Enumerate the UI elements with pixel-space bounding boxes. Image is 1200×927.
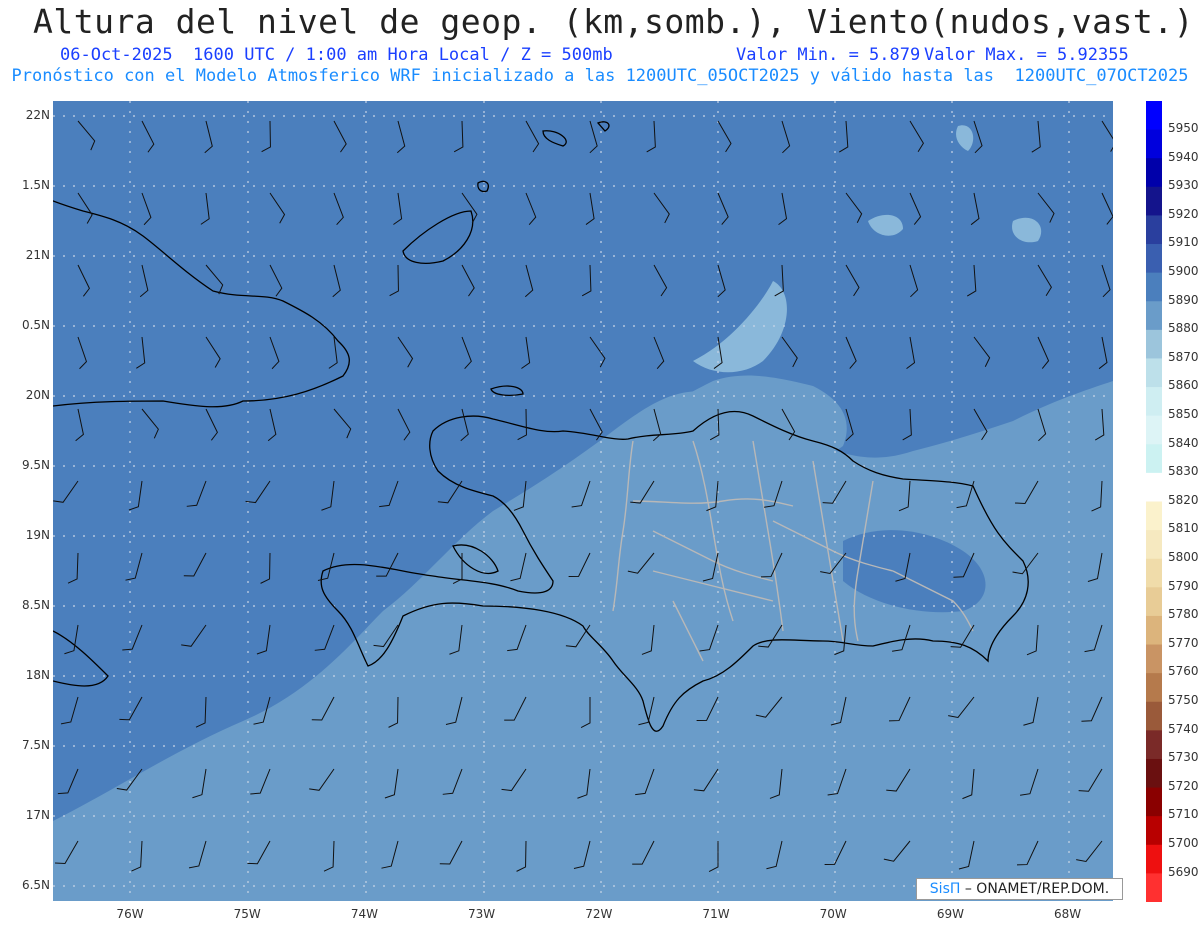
colorbar-swatch	[1146, 387, 1162, 417]
colorbar-label: 5780	[1168, 607, 1199, 622]
colorbar-label: 5760	[1168, 664, 1199, 679]
lon-label: 73W	[468, 907, 496, 921]
colorbar-swatch	[1146, 644, 1162, 674]
colorbar-label: 5920	[1168, 206, 1199, 221]
colorbar-label: 5690	[1168, 864, 1199, 879]
colorbar-label: 5710	[1168, 807, 1199, 822]
colorbar-label: 5770	[1168, 635, 1199, 650]
colorbar-swatch	[1146, 844, 1162, 874]
colorbar-swatch	[1146, 501, 1162, 531]
colorbar-label: 5750	[1168, 693, 1199, 707]
colorbar-swatch	[1146, 787, 1162, 817]
colorbar-swatch	[1146, 558, 1162, 588]
colorbar-label: 5860	[1168, 378, 1199, 393]
lon-label: 71W	[702, 907, 730, 921]
lon-label: 68W	[1054, 907, 1082, 921]
colorbar-swatch	[1146, 244, 1162, 274]
lat-label: 17N	[25, 808, 50, 822]
colorbar-label: 5870	[1168, 349, 1199, 364]
colorbar-label: 5800	[1168, 550, 1199, 564]
colorbar-swatch	[1146, 615, 1162, 646]
lon-label: 69W	[936, 907, 964, 921]
max-value: Valor Max. = 5.92355	[924, 45, 1129, 65]
colorbar-label: 5930	[1168, 178, 1199, 193]
colorbar-swatch	[1146, 158, 1162, 188]
colorbar-swatch	[1146, 101, 1162, 131]
colorbar-swatch	[1146, 186, 1162, 216]
date-line: 06-Oct-2025 1600 UTC / 1:00 am Hora Loca…	[60, 45, 613, 65]
colorbar-label: 5910	[1168, 235, 1199, 250]
lon-label: 74W	[350, 907, 378, 921]
colorbar-swatch	[1146, 358, 1162, 388]
colorbar-label: 5820	[1168, 492, 1199, 507]
lon-label: 76W	[116, 907, 144, 921]
lon-label: 70W	[819, 907, 847, 921]
forecast-map	[53, 101, 1113, 901]
lat-label: 7.5N	[21, 738, 50, 752]
lat-label: 1.5N	[21, 178, 50, 192]
colorbar-swatch	[1146, 758, 1162, 789]
colorbar-label: 5900	[1168, 264, 1199, 278]
colorbar-label: 5700	[1168, 836, 1199, 850]
colorbar-label: 5730	[1168, 750, 1199, 765]
lat-label: 8.5N	[21, 598, 50, 612]
lat-label: 21N	[25, 248, 50, 262]
colorbar-label: 5720	[1168, 778, 1199, 793]
colorbar-label: 5880	[1168, 321, 1199, 336]
lon-label: 72W	[585, 907, 613, 921]
colorbar-label: 5890	[1168, 292, 1199, 307]
colorbar-label: 5790	[1168, 578, 1199, 593]
colorbar	[1146, 101, 1162, 902]
colorbar-swatch	[1146, 701, 1162, 731]
min-value: Valor Min. = 5.879	[736, 45, 921, 65]
colorbar-swatch	[1146, 673, 1162, 703]
lat-label: 18N	[25, 668, 50, 682]
colorbar-swatch	[1146, 415, 1162, 445]
colorbar-label: 5810	[1168, 521, 1199, 536]
colorbar-label: 5950	[1168, 121, 1199, 135]
lat-label: 9.5N	[21, 458, 50, 472]
colorbar-swatch	[1146, 329, 1162, 359]
lat-label: 0.5N	[21, 318, 50, 332]
lon-label: 75W	[233, 907, 261, 921]
colorbar-swatch	[1146, 530, 1162, 560]
colorbar-label: 5850	[1168, 407, 1199, 421]
lat-label: 20N	[25, 388, 50, 402]
colorbar-swatch	[1146, 272, 1162, 302]
colorbar-swatch	[1146, 816, 1162, 846]
colorbar-swatch	[1146, 444, 1162, 474]
sispi-logo: SisΠ	[929, 881, 961, 897]
map-title: Altura del nivel de geop. (km,somb.), Vi…	[33, 2, 1194, 41]
colorbar-label: 5840	[1168, 435, 1199, 450]
credit-box: SisΠ – ONAMET/REP.DOM.	[916, 878, 1123, 900]
colorbar-label: 5740	[1168, 721, 1199, 736]
credit-text: – ONAMET/REP.DOM.	[960, 881, 1110, 897]
colorbar-swatch	[1146, 730, 1162, 760]
lat-label: 6.5N	[21, 878, 50, 892]
colorbar-swatch	[1146, 129, 1162, 159]
lat-label: 19N	[25, 528, 50, 542]
colorbar-swatch	[1146, 301, 1162, 331]
colorbar-swatch	[1146, 215, 1162, 245]
lat-label: 22N	[25, 108, 50, 122]
model-line: Pronóstico con el Modelo Atmosferico WRF…	[11, 66, 1189, 86]
colorbar-swatch	[1146, 472, 1162, 502]
colorbar-swatch	[1146, 873, 1162, 902]
colorbar-swatch	[1146, 587, 1162, 617]
colorbar-label: 5940	[1168, 149, 1199, 164]
colorbar-label: 5830	[1168, 464, 1199, 479]
